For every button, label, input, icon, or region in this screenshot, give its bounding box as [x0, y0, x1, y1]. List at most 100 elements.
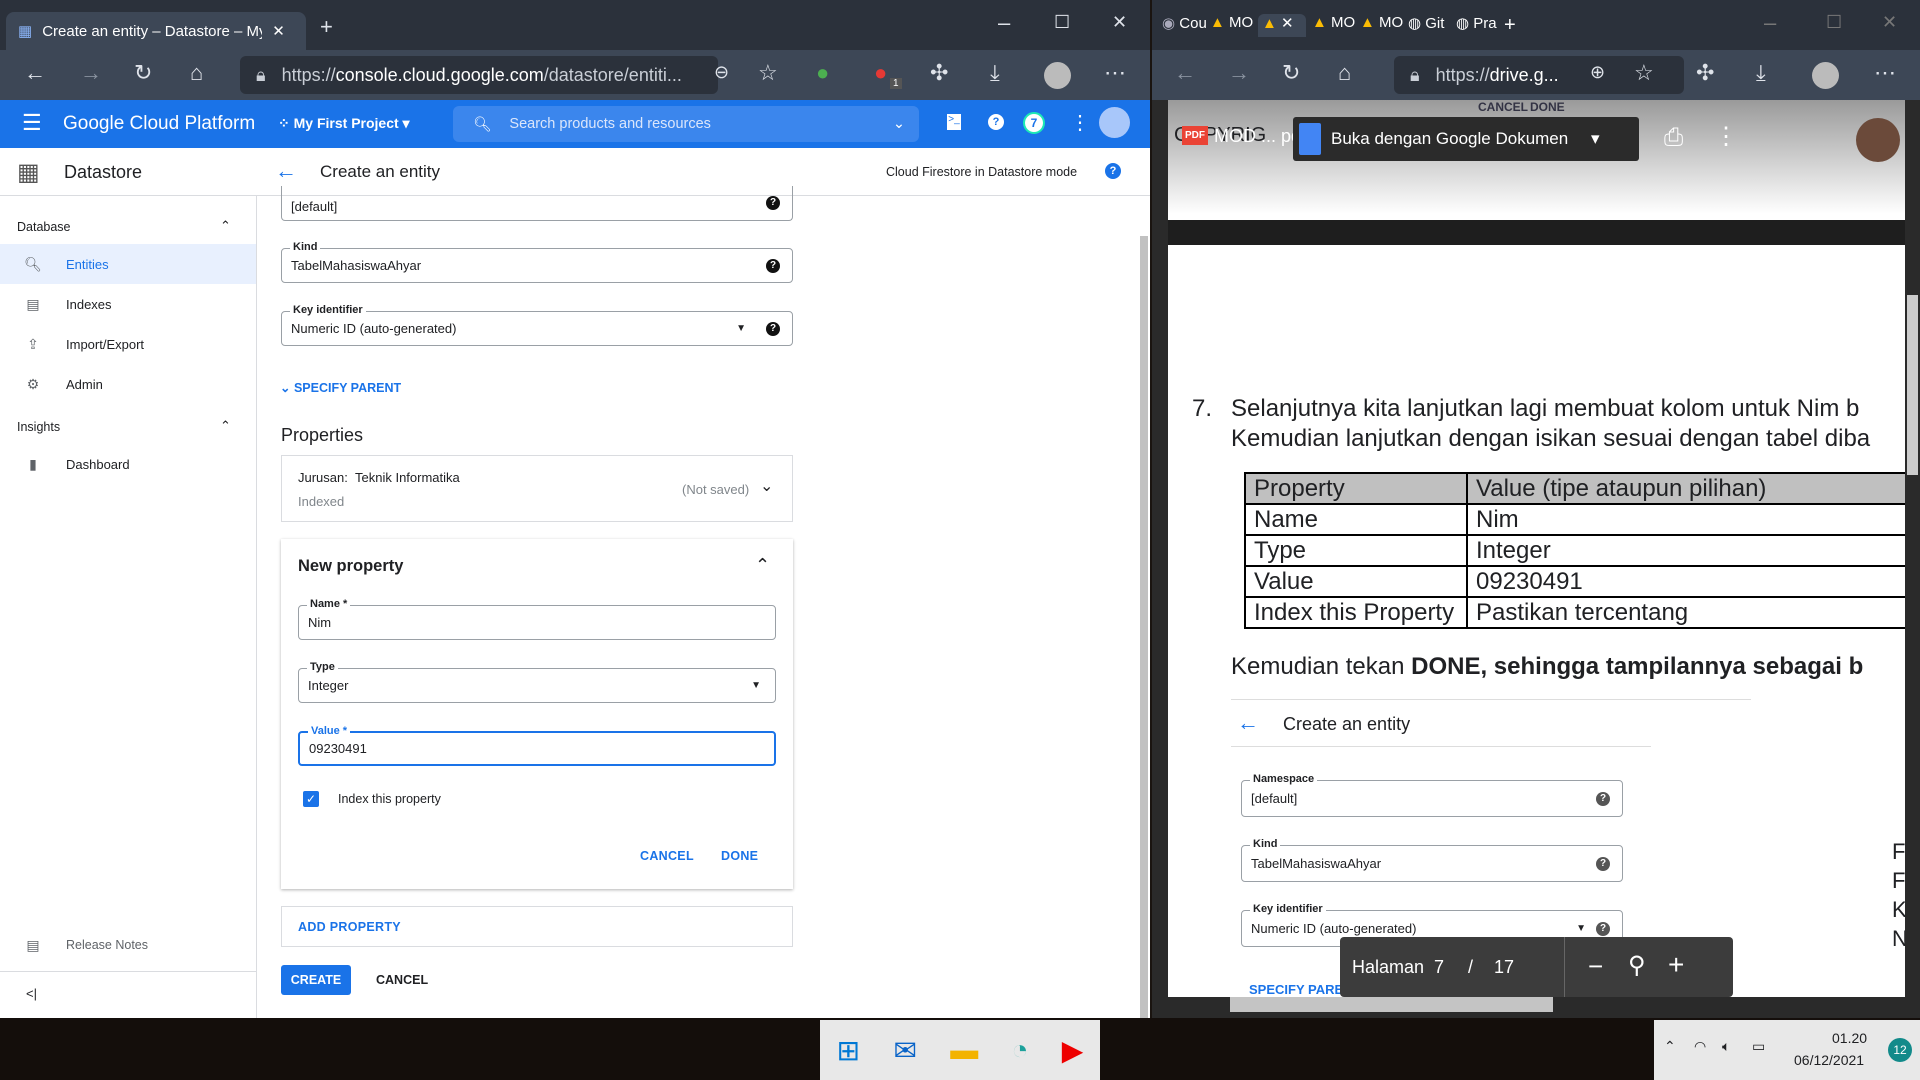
downloads-icon[interactable]: ⤓ [990, 60, 1000, 86]
edge-browser-icon[interactable]: ◔ [1012, 1034, 1029, 1066]
sidebar-item-dashboard[interactable]: ▮ Dashboard [0, 444, 256, 484]
vertical-scrollbar[interactable] [1140, 236, 1148, 1018]
property-done-button[interactable]: DONE [721, 849, 758, 863]
zoom-out-button[interactable]: − [1588, 951, 1603, 982]
tab[interactable]: ◉ Cou [1162, 14, 1210, 37]
back-arrow-icon[interactable]: ← [275, 158, 297, 184]
profile-avatar[interactable] [1812, 62, 1839, 89]
name-field[interactable]: Name * Nim [298, 598, 776, 640]
cloud-shell-icon[interactable]: >_ [947, 114, 961, 130]
address-bar[interactable]: 🔒︎ https://console.cloud.google.com/data… [240, 56, 718, 94]
mode-help-icon[interactable]: ? [1105, 163, 1121, 179]
account-avatar[interactable] [1099, 107, 1130, 138]
close-window-icon[interactable]: ✕ [1112, 12, 1127, 33]
sidebar-item-indexes[interactable]: ▤ Indexes [0, 284, 256, 324]
cancel-button[interactable]: CANCEL [376, 973, 428, 987]
volume-icon[interactable]: 🔈︎ [1722, 1038, 1730, 1055]
show-hidden-icons[interactable]: ⌃ [1664, 1038, 1676, 1055]
property-cancel-button[interactable]: CANCEL [640, 849, 694, 863]
scroll-thumb[interactable] [1230, 997, 1553, 1012]
value-field[interactable]: Value * 09230491 [298, 725, 776, 766]
create-button[interactable]: CREATE [281, 965, 351, 995]
tab-active[interactable]: ▲ ✕ [1258, 14, 1306, 37]
search-expand-icon[interactable]: ⌄ [893, 116, 905, 132]
extension-adblock-icon[interactable]: ● [874, 60, 887, 86]
sidebar-section-insights[interactable]: Insights [17, 420, 60, 434]
namespace-field[interactable]: [default]? [281, 186, 793, 221]
tab[interactable]: ▲ MO [1210, 14, 1258, 37]
favorite-icon[interactable]: ☆ [1634, 60, 1654, 86]
clock-date[interactable]: 06/12/2021 [1794, 1052, 1864, 1068]
forward-icon[interactable]: → [80, 60, 102, 86]
extension-globe-icon[interactable]: ● [816, 60, 829, 86]
maximize-icon[interactable]: ☐ [1826, 12, 1842, 33]
youtube-icon[interactable]: ▶ [1062, 1034, 1084, 1067]
dropdown-arrow-icon[interactable]: ▾ [1591, 129, 1600, 149]
property-card-jurusan[interactable]: Jurusan: Teknik Informatika Indexed (Not… [281, 455, 793, 522]
start-windows-icon[interactable]: ⊞ [837, 1034, 860, 1067]
home-icon[interactable]: ⌂ [190, 60, 203, 86]
mail-icon[interactable]: ✉ [893, 1034, 916, 1067]
key-identifier-select[interactable]: Key identifier Numeric ID (auto-generated… [281, 304, 793, 346]
back-icon[interactable]: ← [24, 60, 46, 86]
help-icon[interactable]: ? [988, 114, 1004, 130]
release-notes-link[interactable]: ▤ Release Notes [0, 925, 256, 965]
new-tab-icon[interactable]: + [320, 14, 333, 40]
help-icon[interactable]: ? [766, 258, 780, 273]
specify-parent-button[interactable]: ⌄ SPECIFY PARENT [280, 380, 401, 395]
notification-badge[interactable]: 12 [1888, 1038, 1912, 1062]
user-avatar[interactable] [1856, 118, 1900, 162]
zoom-out-icon[interactable]: ⊖ [714, 62, 729, 83]
clock-time[interactable]: 01.20 [1832, 1030, 1867, 1046]
back-icon[interactable]: ← [1174, 60, 1196, 86]
horizontal-scrollbar[interactable] [1152, 997, 1920, 1012]
open-with-docs-button[interactable]: Buka dengan Google Dokumen ▾ [1293, 117, 1639, 161]
profile-avatar[interactable] [1044, 62, 1071, 89]
more-options-icon[interactable]: ⋮ [1070, 110, 1090, 135]
close-tab-icon[interactable]: ✕ [272, 22, 285, 40]
collapse-insights-icon[interactable]: ⌃ [220, 418, 231, 434]
type-select[interactable]: Type Integer ▼ [298, 661, 776, 703]
extensions-icon[interactable]: ✣ [1696, 60, 1714, 86]
tab[interactable]: ◍ Git [1408, 14, 1456, 37]
more-menu-icon[interactable]: ⋯ [1874, 60, 1896, 86]
sidebar-section-database[interactable]: Database [17, 220, 71, 234]
add-property-button[interactable]: ADD PROPERTY [281, 906, 793, 947]
sidebar-item-entities[interactable]: 🔍︎ Entities [0, 244, 256, 284]
zoom-fit-icon[interactable]: ⚲ [1628, 951, 1646, 980]
collapse-chevron-icon[interactable]: ⌃ [755, 555, 770, 576]
close-tab-icon[interactable]: ✕ [1281, 15, 1294, 32]
kind-field[interactable]: Kind TabelMahasiswaAhyar? [281, 241, 793, 283]
extensions-icon[interactable]: ✣ [930, 60, 948, 86]
reload-icon[interactable]: ↻ [134, 60, 152, 86]
sidebar-item-admin[interactable]: ⚙ Admin [0, 364, 256, 404]
minimize-icon[interactable]: – [998, 10, 1010, 36]
maximize-icon[interactable]: ☐ [1054, 12, 1070, 33]
minimize-icon[interactable]: – [1764, 10, 1776, 36]
product-name[interactable]: Google Cloud Platform [63, 113, 255, 135]
notifications-badge[interactable]: 7 [1023, 112, 1045, 134]
home-icon[interactable]: ⌂ [1338, 60, 1351, 86]
favorite-icon[interactable]: ☆ [758, 60, 778, 86]
tab[interactable]: ▲ MO [1360, 14, 1408, 37]
new-tab-icon[interactable]: + [1504, 14, 1516, 37]
collapse-sidebar-button[interactable]: <| [26, 986, 37, 1001]
zoom-in-icon[interactable]: ⊕ [1590, 62, 1605, 83]
forward-icon[interactable]: → [1228, 60, 1250, 86]
tab[interactable]: ▲ MO [1312, 14, 1360, 37]
pdf-vertical-scrollbar[interactable] [1905, 245, 1920, 997]
wifi-icon[interactable]: ◠ [1694, 1038, 1706, 1055]
help-icon[interactable]: ? [766, 321, 780, 336]
more-actions-icon[interactable]: ⋮ [1714, 122, 1738, 151]
battery-icon[interactable]: ▭ [1752, 1038, 1765, 1055]
index-checkbox[interactable]: ✓ [303, 791, 319, 807]
zoom-in-button[interactable]: + [1668, 949, 1684, 981]
sidebar-item-import-export[interactable]: ⇪ Import/Export [0, 324, 256, 364]
collapse-database-icon[interactable]: ⌃ [220, 218, 231, 234]
help-icon[interactable]: ? [766, 196, 780, 210]
expand-chevron-icon[interactable]: ⌄ [760, 476, 773, 496]
downloads-icon[interactable]: ⤓ [1756, 60, 1766, 86]
scroll-thumb[interactable] [1907, 295, 1918, 475]
page-current-input[interactable]: 7 [1434, 957, 1444, 978]
print-icon[interactable]: ⎙ [1664, 124, 1683, 152]
